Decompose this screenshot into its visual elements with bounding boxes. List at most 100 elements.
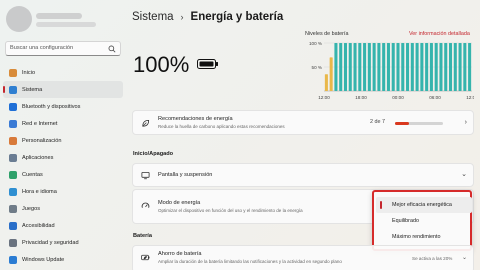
sidebar-item-label: Privacidad y seguridad xyxy=(22,239,79,246)
user-name-blurred xyxy=(36,13,82,19)
battery-level-bar xyxy=(339,43,343,91)
monitor-icon xyxy=(9,85,17,94)
sidebar-item-sistema[interactable]: Sistema xyxy=(3,81,123,98)
section-battery-heading: Batería xyxy=(133,233,152,239)
home-icon xyxy=(9,68,17,77)
sidebar: Buscar una configuración Inicio Sistema Bl… xyxy=(0,0,126,270)
sidebar-item-label: Hora e idioma xyxy=(22,188,57,195)
sidebar-item-personalización[interactable]: Personalización xyxy=(3,132,123,149)
recommendations-subtitle: Reduce la huella de carbono aplicando es… xyxy=(158,124,285,129)
x-tick-label: 06:00 xyxy=(429,95,441,100)
battery-level-bar xyxy=(363,43,367,91)
brush-icon xyxy=(9,136,17,145)
battery-level-bar xyxy=(463,43,467,91)
sidebar-item-windows-update[interactable]: Windows Update xyxy=(3,251,123,268)
user-email-blurred xyxy=(36,22,96,27)
battery-level-bar xyxy=(382,43,386,91)
shield-icon xyxy=(9,238,17,247)
recommendations-progress-bar xyxy=(395,122,443,125)
battery-level-bar xyxy=(458,43,462,91)
sidebar-item-label: Bluetooth y dispositivos xyxy=(22,103,81,110)
screen-sleep-card[interactable]: Pantalla y suspensión ⌄ xyxy=(132,163,474,187)
battery-level-bar xyxy=(343,43,348,91)
sidebar-item-red-e-internet[interactable]: Red e Internet xyxy=(3,115,123,132)
power-mode-option-max-performance[interactable]: Máximo rendimiento xyxy=(376,229,472,245)
sidebar-item-inicio[interactable]: Inicio xyxy=(3,64,123,81)
battery-level-bar xyxy=(324,74,328,91)
chevron-right-icon: › xyxy=(180,12,184,22)
battery-saver-icon xyxy=(141,254,150,261)
sidebar-item-bluetooth-y-dispositivos[interactable]: Bluetooth y dispositivos xyxy=(3,98,123,115)
battery-level-bar xyxy=(420,43,424,91)
battery-level-bar xyxy=(444,43,448,91)
recommendations-progress-text: 2 de 7 xyxy=(370,119,385,125)
sidebar-item-aplicaciones[interactable]: Aplicaciones xyxy=(3,149,123,166)
sidebar-item-hora-e-idioma[interactable]: Hora e idioma xyxy=(3,183,123,200)
x-tick-label: 00:00 xyxy=(392,95,404,100)
power-mode-option-balanced[interactable]: Equilibrado xyxy=(376,213,472,229)
battery-level-bar xyxy=(448,43,453,91)
sidebar-item-juegos[interactable]: Juegos xyxy=(3,200,123,217)
user-profile[interactable] xyxy=(6,6,118,32)
battery-percentage: 100% xyxy=(133,52,190,77)
battery-saver-subtitle: Ampliar la duración de la batería limita… xyxy=(158,259,342,264)
x-tick-label: 12:00 xyxy=(466,95,474,100)
sidebar-item-privacidad-y-seguridad[interactable]: Privacidad y seguridad xyxy=(3,234,123,251)
chevron-down-icon: ⌄ xyxy=(461,171,467,178)
chevron-down-icon[interactable]: ⌄ xyxy=(462,254,467,261)
x-tick-label: 12:00 xyxy=(318,95,330,100)
sidebar-item-cuentas[interactable]: Cuentas xyxy=(3,166,123,183)
monitor-icon xyxy=(141,171,150,180)
y-tick-label: 100 % xyxy=(309,41,322,46)
battery-charging-icon xyxy=(197,59,218,69)
details-link[interactable]: Ver información detallada xyxy=(409,31,470,37)
sidebar-item-label: Inicio xyxy=(22,69,36,76)
sidebar-item-accesibilidad[interactable]: Accesibilidad xyxy=(3,217,123,234)
battery-level-bar xyxy=(334,43,338,91)
battery-level-chart: 100 % 50 % 12:00 18:00 00:00 06:00 12:00 xyxy=(309,41,474,100)
search-icon[interactable] xyxy=(108,45,116,53)
x-tick-label: 18:00 xyxy=(355,95,367,100)
battery-level-bar xyxy=(434,43,438,91)
apps-icon xyxy=(9,153,17,162)
section-power-heading: Inicio/Apagado xyxy=(133,151,174,157)
bluetooth-icon xyxy=(9,102,17,111)
battery-level-bar xyxy=(439,43,443,91)
sidebar-nav: Inicio Sistema Bluetooth y dispositivos Red… xyxy=(3,64,123,268)
option-label: Mejor eficacia energética xyxy=(392,202,452,208)
speedometer-icon xyxy=(141,202,150,208)
breadcrumb: Sistema › Energía y batería xyxy=(132,8,283,26)
battery-level-bar xyxy=(386,43,390,91)
battery-level-bar xyxy=(453,43,457,91)
power-mode-option-best-efficiency[interactable]: Mejor eficacia energética xyxy=(376,197,472,213)
breadcrumb-system[interactable]: Sistema xyxy=(132,11,174,23)
battery-level-bar xyxy=(401,43,405,91)
progress-fill xyxy=(395,122,409,125)
screen-sleep-title: Pantalla y suspensión xyxy=(158,172,213,178)
chevron-right-icon: › xyxy=(464,119,467,126)
sidebar-item-label: Personalización xyxy=(22,137,62,144)
power-mode-subtitle: Optimizar el dispositivo en función del … xyxy=(158,208,303,213)
page-title: Energía y batería xyxy=(190,11,284,23)
battery-level-bar xyxy=(415,43,419,91)
option-label: Máximo rendimiento xyxy=(392,234,441,240)
sidebar-item-label: Juegos xyxy=(22,205,41,212)
person-icon xyxy=(9,170,17,179)
battery-level-bar xyxy=(367,43,371,91)
power-mode-title: Modo de energía xyxy=(158,200,201,206)
battery-level-bar xyxy=(396,43,400,91)
wifi-icon xyxy=(9,119,17,128)
battery-level-bar xyxy=(348,43,352,91)
battery-level-bar xyxy=(406,43,410,91)
power-mode-dropdown[interactable]: Mejor eficacia energética Equilibrado Má… xyxy=(372,190,472,251)
sidebar-item-label: Accesibilidad xyxy=(22,222,55,229)
recommendations-title: Recomendaciones de energía xyxy=(158,116,233,122)
battery-level-bar xyxy=(372,43,376,91)
sidebar-item-label: Red e Internet xyxy=(22,120,58,127)
gamepad-icon xyxy=(9,204,17,213)
option-label: Equilibrado xyxy=(392,218,419,224)
accessibility-icon xyxy=(9,221,17,230)
battery-level-bar xyxy=(353,43,357,91)
battery-level-bar xyxy=(377,43,381,91)
search-input[interactable]: Buscar una configuración xyxy=(5,41,121,56)
